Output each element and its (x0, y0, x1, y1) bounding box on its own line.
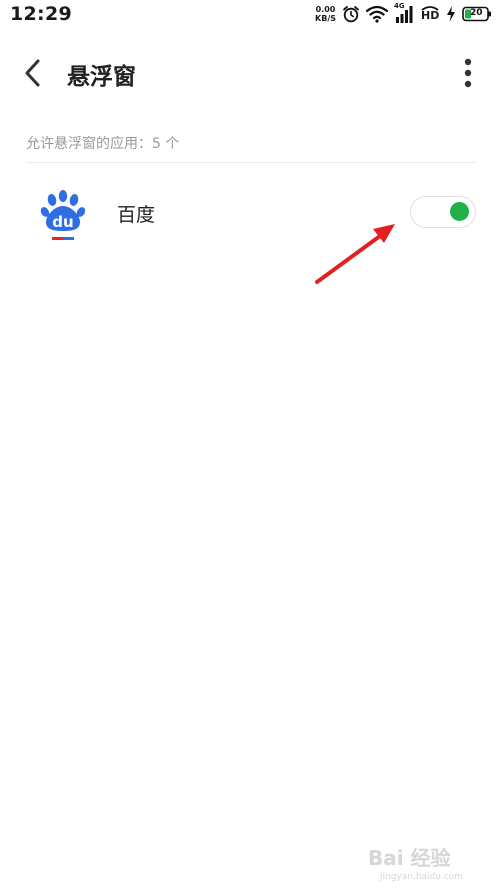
signal-bars-icon (396, 6, 413, 23)
app-header: 悬浮窗 (0, 42, 500, 102)
more-options-button[interactable] (456, 56, 480, 90)
app-list-item[interactable]: du 百度 (0, 178, 500, 248)
toggle-knob (450, 202, 469, 221)
watermark-text: Bai 经验 (368, 846, 451, 870)
charging-bolt-icon (447, 6, 455, 22)
app-name: 百度 (117, 204, 156, 226)
hd-voice-indicator: HD (420, 5, 440, 23)
float-window-toggle[interactable] (410, 196, 476, 228)
status-time: 12:29 (10, 3, 72, 25)
back-button[interactable] (14, 54, 52, 92)
baidu-paw-icon: du (40, 189, 86, 243)
baidu-icon-text: du (52, 213, 73, 231)
network-speed-value: 0.00 (315, 5, 336, 14)
wifi-icon (366, 5, 388, 23)
hd-label: HD (421, 9, 440, 22)
allowed-apps-count-label: 允许悬浮窗的应用：5 个 (26, 136, 180, 152)
more-vertical-icon (464, 58, 472, 88)
network-speed-unit: KB/S (315, 14, 336, 23)
alarm-clock-icon (343, 6, 359, 23)
baidu-jingyan-watermark: Bai 经验 jingyan.baidu.com (360, 839, 490, 883)
status-bar: 12:29 0.00 KB/S 4G HD 20 (0, 0, 500, 30)
cellular-signal: 4G (394, 2, 414, 24)
divider (26, 162, 476, 163)
status-icons: 0.00 KB/S 4G HD 20 (315, 2, 492, 25)
network-speed: 0.00 KB/S (315, 5, 336, 23)
annotation-arrow-icon (315, 224, 395, 284)
chevron-left-icon (25, 59, 40, 87)
battery-level: 20 (470, 8, 483, 18)
watermark-subtext: jingyan.baidu.com (379, 872, 463, 882)
page-title: 悬浮窗 (67, 64, 136, 90)
battery-indicator: 20 (462, 6, 492, 22)
